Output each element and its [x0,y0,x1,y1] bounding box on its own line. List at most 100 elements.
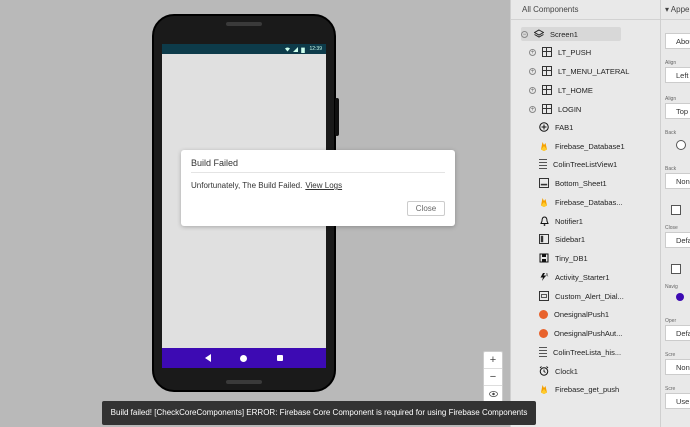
activity-icon: A [539,272,549,282]
zoom-controls: + − [483,351,503,403]
recents-icon[interactable] [277,355,284,361]
dialog-message: Unfortunately, The Build Failed. View Log… [191,181,342,190]
home-icon[interactable] [240,354,248,362]
tree-item-firebase-database2[interactable]: Firebase_Databas... [539,195,623,209]
tree-item-bottom-sheet1[interactable]: Bottom_Sheet1 [539,176,607,190]
tree-item-custom-alert-dialog[interactable]: Custom_Alert_Dial... [539,289,624,303]
signal-icon [293,46,299,52]
about-screen-field[interactable]: Abou [665,33,690,49]
background-image-field[interactable]: Non [665,173,690,189]
tree-item-label: Notifier1 [555,216,583,226]
tree-item-colintreelistview1[interactable]: ColinTreeListView1 [539,157,617,171]
table-layout-icon [542,104,552,114]
zoom-in-button[interactable]: + [484,352,502,369]
high-contrast-checkbox[interactable] [671,264,681,274]
tree-item-label: Custom_Alert_Dial... [555,291,624,301]
big-default-text-checkbox[interactable] [671,205,681,215]
onesignal-icon [539,309,548,319]
firebase-icon [539,197,549,207]
wifi-icon [285,47,291,52]
open-animation-label: Oper [665,318,677,324]
tree-item-notifier1[interactable]: Notifier1 [539,214,583,228]
battery-icon [301,47,306,53]
phone-speaker [226,22,262,26]
align-vertical-select[interactable]: Top [665,103,690,119]
phone-bottom-speaker [226,380,262,384]
save-icon [539,253,549,263]
build-error-toast: Build failed! [CheckCoreComponents] ERRO… [102,401,536,425]
table-layout-icon [542,66,552,76]
tree-item-label: OnesignalPush1 [554,309,610,319]
clock-icon [539,366,549,376]
tree-item-lt-push[interactable]: + LT_PUSH [529,45,591,59]
tree-item-fab1[interactable]: FAB1 [539,120,573,134]
tree-item-login[interactable]: + LOGIN [529,102,581,116]
sidebar-icon [539,234,549,244]
background-color-radio[interactable] [676,140,686,150]
tree-item-label: LT_PUSH [558,47,592,57]
tree-item-label: OnesignalPushAut... [554,328,623,338]
tree-item-label: Tiny_DB1 [555,253,588,263]
sheet-icon [539,178,549,188]
visibility-eye-icon[interactable] [484,386,502,402]
tree-item-label: Firebase_Database1 [555,141,625,151]
tree-item-label: Activity_Starter1 [555,272,610,282]
expand-toggle-icon[interactable]: + [529,105,536,113]
onesignal-icon [539,328,548,338]
dialog-message-text: Unfortunately, The Build Failed. [191,181,303,190]
tree-item-label: LT_HOME [558,85,593,95]
table-layout-icon [542,47,552,57]
build-failed-dialog: Build Failed Unfortunately, The Build Fa… [181,150,455,226]
close-button[interactable]: Close [407,201,445,216]
tree-item-label: ColinTreeListView1 [553,159,618,169]
firebase-icon [539,384,549,394]
tree-item-activity-starter1[interactable]: A Activity_Starter1 [539,270,610,284]
tree-item-label: LOGIN [558,104,582,114]
open-animation-select[interactable]: Defa [665,325,690,341]
tree-item-label: Bottom_Sheet1 [555,178,607,188]
navigation-bar [162,348,326,368]
tree-item-lt-home[interactable]: + LT_HOME [529,83,593,97]
background-color-label: Back [665,130,677,136]
view-logs-link[interactable]: View Logs [305,181,342,190]
back-icon[interactable] [204,354,211,362]
tree-item-label: Firebase_Databas... [555,197,623,207]
screen-orientation-label: Scre [665,386,676,392]
tree-item-sidebar1[interactable]: Sidebar1 [539,232,585,246]
status-bar: 12:39 [162,44,326,54]
screen-orientation-select[interactable]: Use [665,393,690,409]
tree-item-label: Clock1 [555,366,578,376]
table-layout-icon [542,85,552,95]
tree-item-firebase-get-push[interactable]: Firebase_get_push [539,382,619,396]
list-icon [539,347,547,357]
expand-toggle-icon[interactable]: + [529,67,536,75]
expand-toggle-icon[interactable]: + [529,86,536,94]
collapse-toggle-icon[interactable]: − [521,30,528,38]
tree-item-onesignalpush1[interactable]: OnesignalPush1 [539,307,609,321]
screen-animation-select[interactable]: Non [665,359,690,375]
svg-text:A: A [546,273,549,278]
tree-item-label: LT_MENU_LATERAL [558,66,630,76]
expand-toggle-icon[interactable]: + [529,48,536,56]
dialog-title: Build Failed [191,158,239,168]
components-panel: All Components − Screen1 + LT_PUSH + LT_… [510,0,661,427]
tree-item-tiny-db1[interactable]: Tiny_DB1 [539,251,588,265]
navigation-bar-color-swatch[interactable] [676,293,684,301]
background-image-label: Back [665,166,677,172]
tree-item-onesignalpushaut[interactable]: OnesignalPushAut... [539,326,622,340]
tree-item-screen1[interactable]: − Screen1 [521,27,621,41]
tree-item-firebase-database1[interactable]: Firebase_Database1 [539,139,625,153]
navigation-bar-color-label: Navig [665,284,678,290]
dialog-icon [539,291,549,301]
close-animation-select[interactable]: Defa [665,232,690,248]
firebase-icon [539,141,549,151]
tree-item-clock1[interactable]: Clock1 [539,364,578,378]
align-horizontal-select[interactable]: Left [665,67,690,83]
screen-animation-label: Scre [665,352,676,358]
dialog-divider [191,172,445,173]
tree-item-lt-menu-lateral[interactable]: + LT_MENU_LATERAL [529,64,629,78]
zoom-out-button[interactable]: − [484,369,502,386]
tree-item-colintreelista-his[interactable]: ColinTreeLista_his... [539,345,621,359]
components-panel-title: All Components [511,0,661,20]
tree-item-label: Screen1 [550,29,578,39]
